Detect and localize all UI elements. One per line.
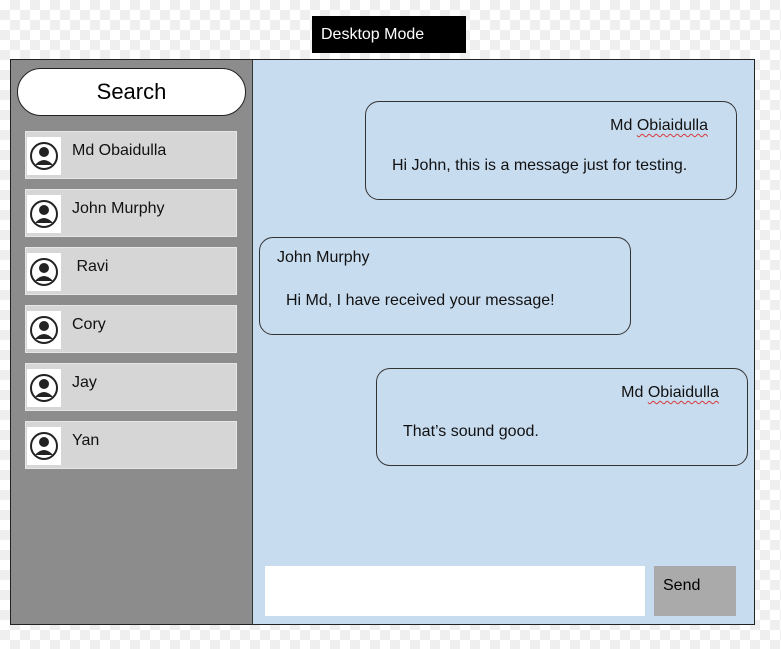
sender-first: Md [610, 117, 637, 134]
contact-name: Cory [72, 316, 106, 333]
sender-first: Md [621, 384, 648, 401]
message-text: Hi John, this is a message just for test… [392, 157, 688, 174]
avatar [27, 311, 61, 349]
user-icon [30, 258, 58, 286]
message-bubble-incoming: John Murphy Hi Md, I have received your … [259, 237, 631, 335]
contact-name: Md Obaidulla [72, 142, 167, 159]
sender-last: Obiaidulla [636, 117, 708, 134]
contact-item-john-murphy[interactable]: John Murphy [25, 189, 237, 237]
message-bubble-outgoing: Md Obiaidulla Hi John, this is a message… [365, 101, 737, 200]
avatar [27, 427, 61, 465]
contact-item-md-obaidulla[interactable]: Md Obaidulla [25, 131, 237, 179]
message-text: That’s sound good. [403, 423, 539, 440]
contact-name: John Murphy [72, 200, 165, 217]
message-sender: Md Obiaidulla [610, 117, 708, 135]
avatar [27, 195, 61, 233]
mode-label: Desktop Mode [312, 16, 466, 53]
user-icon [30, 432, 58, 460]
user-icon [30, 142, 58, 170]
message-sender: Md Obiaidulla [621, 384, 719, 402]
contact-name: Ravi [72, 258, 109, 275]
send-button[interactable]: Send [654, 566, 736, 616]
sender-last: Obiaidulla [647, 384, 719, 401]
contact-item-ravi[interactable]: Ravi [25, 247, 237, 295]
user-icon [30, 200, 58, 228]
message-bubble-outgoing: Md Obiaidulla That’s sound good. [376, 368, 748, 466]
avatar [27, 369, 61, 407]
search-button[interactable]: Search [17, 68, 246, 116]
avatar [27, 253, 61, 291]
contact-name: Jay [72, 374, 97, 391]
contact-name: Yan [72, 432, 100, 449]
user-icon [30, 374, 58, 402]
avatar [27, 137, 61, 175]
contact-item-yan[interactable]: Yan [25, 421, 237, 469]
contact-item-cory[interactable]: Cory [25, 305, 237, 353]
user-icon [30, 316, 58, 344]
message-input[interactable] [265, 566, 645, 616]
message-text: Hi Md, I have received your message! [286, 292, 555, 309]
contact-item-jay[interactable]: Jay [25, 363, 237, 411]
message-sender: John Murphy [277, 249, 370, 266]
